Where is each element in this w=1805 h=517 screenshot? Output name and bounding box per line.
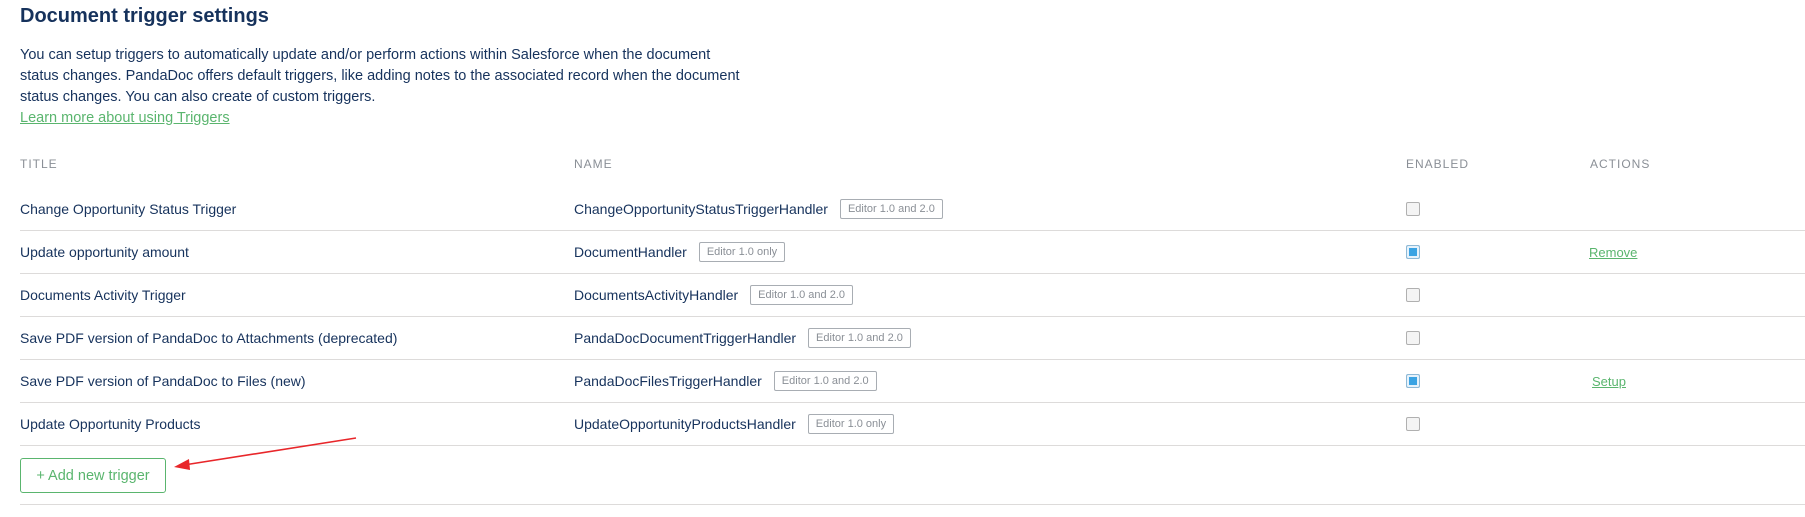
column-header-title: TITLE xyxy=(20,157,58,171)
table-row: Change Opportunity Status Trigger Change… xyxy=(20,188,1805,231)
trigger-name-cell: ChangeOpportunityStatusTriggerHandler Ed… xyxy=(574,188,943,230)
actions-cell: Setup xyxy=(1592,360,1626,402)
enabled-cell xyxy=(1406,274,1420,316)
trigger-handler-name: ChangeOpportunityStatusTriggerHandler xyxy=(574,201,828,217)
editor-version-badge: Editor 1.0 and 2.0 xyxy=(750,285,854,305)
actions-cell: Remove xyxy=(1589,231,1637,273)
trigger-title: Documents Activity Trigger xyxy=(20,287,186,303)
add-new-trigger-button[interactable]: + Add new trigger xyxy=(20,458,166,493)
red-arrow-icon xyxy=(174,437,357,470)
editor-version-badge: Editor 1.0 only xyxy=(698,242,786,262)
setup-link[interactable]: Setup xyxy=(1592,374,1626,389)
trigger-title: Save PDF version of PandaDoc to Attachme… xyxy=(20,330,398,346)
bottom-divider xyxy=(20,504,1805,505)
trigger-name-cell: PandaDocFilesTriggerHandler Editor 1.0 a… xyxy=(574,360,877,402)
enabled-cell xyxy=(1406,317,1420,359)
trigger-name-cell: DocumentHandler Editor 1.0 only xyxy=(574,231,786,273)
table-row: Save PDF version of PandaDoc to Files (n… xyxy=(20,360,1805,403)
table-row: Save PDF version of PandaDoc to Attachme… xyxy=(20,317,1805,360)
page-title: Document trigger settings xyxy=(20,5,269,27)
enabled-checkbox[interactable] xyxy=(1406,202,1420,216)
trigger-handler-name: PandaDocDocumentTriggerHandler xyxy=(574,330,797,346)
enabled-cell xyxy=(1406,231,1420,273)
enabled-checkbox[interactable] xyxy=(1406,288,1420,302)
column-header-actions: ACTIONS xyxy=(1590,157,1651,171)
trigger-title: Save PDF version of PandaDoc to Files (n… xyxy=(20,373,306,389)
trigger-name-cell: PandaDocDocumentTriggerHandler Editor 1.… xyxy=(574,317,911,359)
triggers-table: Change Opportunity Status Trigger Change… xyxy=(20,188,1805,446)
enabled-checkbox[interactable] xyxy=(1406,331,1420,345)
enabled-cell xyxy=(1406,403,1420,445)
enabled-checkbox[interactable] xyxy=(1406,374,1420,388)
editor-version-badge: Editor 1.0 and 2.0 xyxy=(773,371,877,391)
trigger-handler-name: DocumentsActivityHandler xyxy=(574,287,739,303)
remove-link[interactable]: Remove xyxy=(1589,245,1637,260)
editor-version-badge: Editor 1.0 and 2.0 xyxy=(839,199,943,219)
editor-version-badge: Editor 1.0 and 2.0 xyxy=(808,328,911,348)
trigger-title: Change Opportunity Status Trigger xyxy=(20,201,237,217)
learn-more-link[interactable]: Learn more about using Triggers xyxy=(20,110,230,126)
trigger-title: Update opportunity amount xyxy=(20,244,189,260)
column-header-name: NAME xyxy=(574,157,613,171)
description-text: You can setup triggers to automatically … xyxy=(20,47,740,105)
enabled-checkbox[interactable] xyxy=(1406,417,1420,431)
trigger-handler-name: UpdateOpportunityProductsHandler xyxy=(574,416,796,432)
trigger-settings-page: Document trigger settings You can setup … xyxy=(0,0,1805,517)
enabled-cell xyxy=(1406,360,1420,402)
trigger-name-cell: UpdateOpportunityProductsHandler Editor … xyxy=(574,403,895,445)
trigger-name-cell: DocumentsActivityHandler Editor 1.0 and … xyxy=(574,274,854,316)
enabled-checkbox[interactable] xyxy=(1406,245,1420,259)
editor-version-badge: Editor 1.0 only xyxy=(807,414,895,434)
trigger-handler-name: PandaDocFilesTriggerHandler xyxy=(574,373,762,389)
description-block: You can setup triggers to automatically … xyxy=(20,45,740,129)
trigger-handler-name: DocumentHandler xyxy=(574,244,687,260)
enabled-cell xyxy=(1406,188,1420,230)
table-row: Update opportunity amount DocumentHandle… xyxy=(20,231,1805,274)
column-header-enabled: ENABLED xyxy=(1406,157,1470,171)
table-row: Documents Activity Trigger DocumentsActi… xyxy=(20,274,1805,317)
